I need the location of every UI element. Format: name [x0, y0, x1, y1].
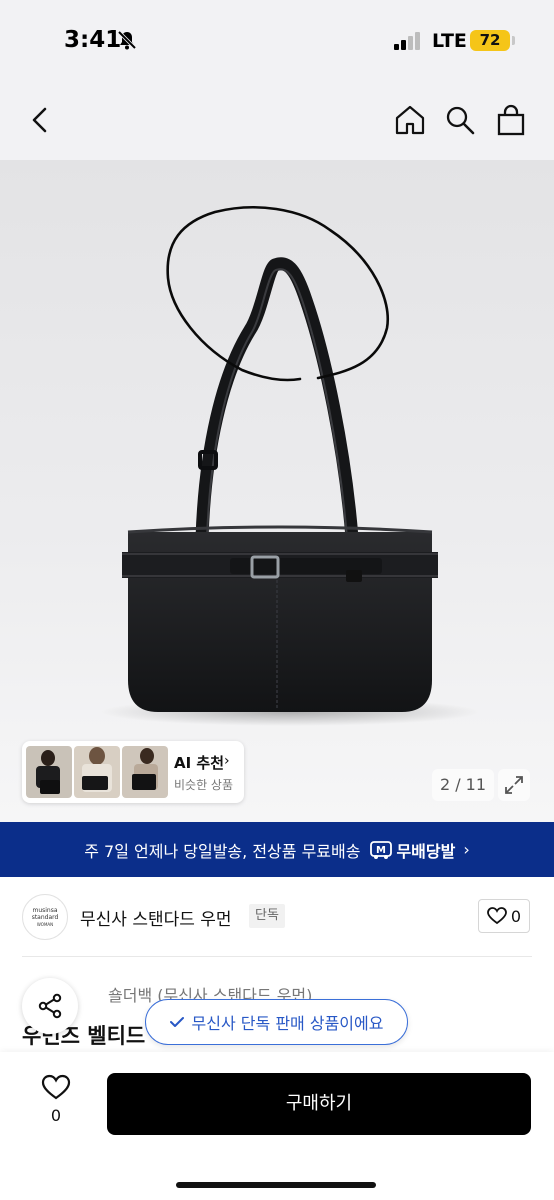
battery-level: 72 [470, 30, 510, 51]
divider [22, 956, 532, 957]
brand-logo-line1: musinsa [32, 906, 58, 914]
back-button[interactable] [22, 102, 58, 138]
expand-icon [505, 776, 523, 794]
heart-icon [487, 907, 507, 925]
exclusive-toast: 무신사 단독 판매 상품이에요 [145, 999, 408, 1045]
wishlist-button[interactable]: 0 [30, 1074, 82, 1134]
exclusive-badge: 단독 [249, 904, 285, 928]
shopping-bag-icon [497, 104, 525, 136]
ai-recommend-subtitle: 비슷한 상품 [174, 778, 234, 792]
svg-text:M: M [376, 845, 386, 856]
bell-slash-icon [117, 30, 137, 50]
home-indicator [176, 1182, 376, 1188]
cart-button[interactable] [493, 102, 529, 138]
signal-icon [394, 32, 420, 50]
truck-m-icon: M [370, 840, 393, 859]
exclusive-toast-text: 무신사 단독 판매 상품이에요 [191, 1014, 384, 1033]
check-icon [169, 1017, 184, 1027]
home-icon [395, 105, 425, 135]
share-icon [38, 993, 62, 1019]
expand-button[interactable] [498, 769, 530, 801]
brand-logo[interactable]: musinsa standard WOMAN [22, 894, 68, 940]
delivery-logo: M 무배당발 [370, 838, 455, 862]
ai-chevron-icon: › [224, 753, 230, 769]
brand-like-count: 0 [510, 906, 522, 926]
buy-button[interactable]: 구매하기 [107, 1073, 531, 1135]
ai-recommend-card[interactable]: AI 추천 › 비슷한 상품 [22, 741, 244, 803]
share-button[interactable] [22, 978, 78, 1034]
battery-tip [512, 36, 515, 45]
brand-logo-line3: WOMAN [36, 921, 54, 927]
ai-thumb-1 [26, 746, 72, 798]
delivery-banner[interactable]: 주 7일 언제나 당일발송, 전상품 무료배송 M 무배당발 › [0, 822, 554, 877]
ai-thumb-3 [122, 746, 168, 798]
back-chevron-icon [32, 107, 47, 133]
status-bar: 3:41 LTE 72 [0, 0, 554, 82]
brand-like-button[interactable]: 0 [478, 899, 530, 933]
product-image-gallery[interactable]: AI 추천 › 비슷한 상품 2 / 11 [0, 160, 554, 822]
brand-logo-line2: standard [31, 913, 59, 921]
bottom-action-bar: 0 구매하기 [0, 1052, 554, 1200]
nav-bar [0, 82, 554, 160]
ai-thumb-2 [74, 746, 120, 798]
status-time: 3:41 [64, 27, 122, 53]
search-icon [446, 106, 475, 135]
heart-icon [41, 1074, 71, 1100]
delivery-chevron-icon: › [463, 840, 470, 859]
product-photo [100, 206, 480, 726]
home-button[interactable] [392, 102, 428, 138]
ai-recommend-title: AI 추천 [174, 754, 225, 772]
image-page-counter: 2 / 11 [432, 769, 494, 801]
brand-name[interactable]: 무신사 스탠다드 우먼 [80, 905, 232, 930]
network-label: LTE [432, 30, 467, 52]
delivery-logo-label: 무배당발 [396, 841, 456, 861]
wishlist-count: 0 [50, 1106, 62, 1125]
delivery-text: 주 7일 언제나 당일발송, 전상품 무료배송 [84, 841, 361, 861]
search-button[interactable] [442, 102, 478, 138]
